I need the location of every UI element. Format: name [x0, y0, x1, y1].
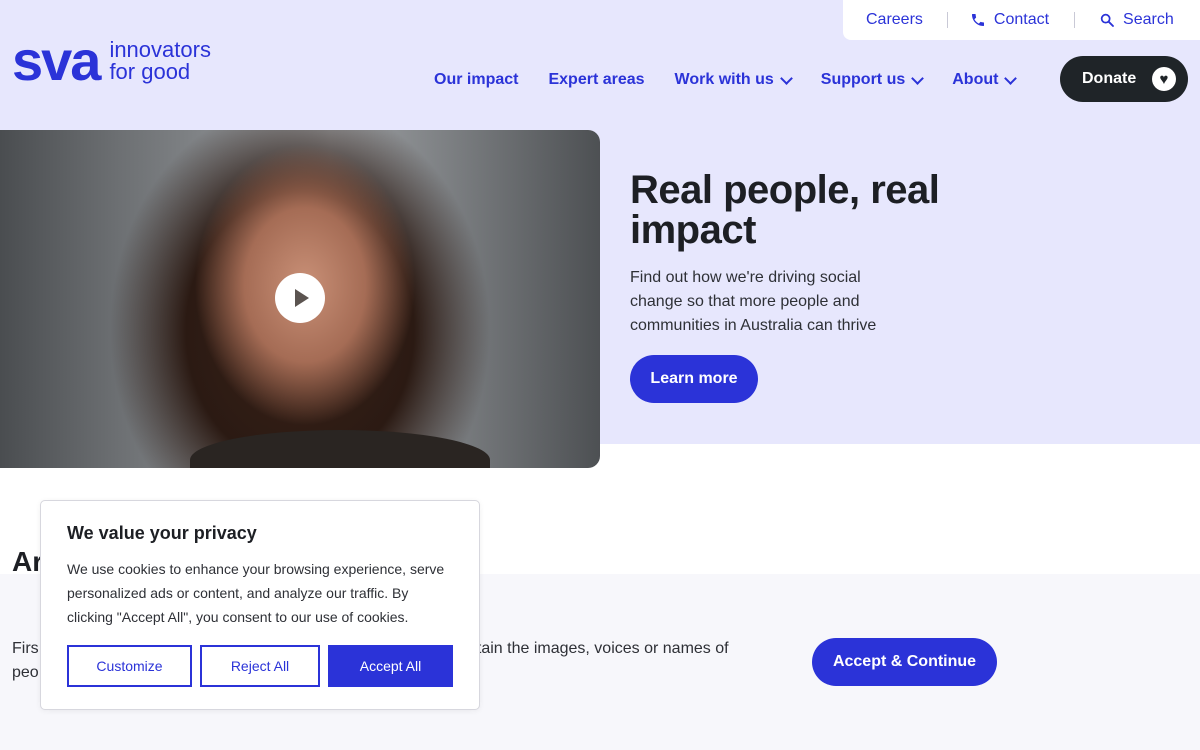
section-heading: Ar: [12, 546, 44, 577]
utility-divider: [1074, 12, 1076, 28]
logo-mark: sva: [12, 29, 101, 92]
chevron-down-icon: [1004, 71, 1018, 85]
logo-tagline-line-1: innovators: [109, 37, 211, 62]
cookie-description: We use cookies to enhance your browsing …: [67, 561, 445, 625]
careers-link[interactable]: Careers: [866, 11, 923, 29]
logo-tagline: innovators for good: [109, 39, 211, 83]
notice-line-1-end: ntain the images, voices or names of: [468, 640, 729, 657]
utility-divider: [946, 12, 948, 28]
nav-item-expert-areas[interactable]: Expert areas: [548, 68, 644, 92]
notice-line-2-start: peo: [12, 664, 39, 681]
careers-label: Careers: [866, 11, 923, 28]
reject-all-button[interactable]: Reject All: [200, 645, 320, 687]
hero-title: Real people, real impact: [630, 168, 940, 252]
contact-label: Contact: [993, 11, 1050, 28]
play-icon: [295, 289, 309, 307]
accept-continue-button[interactable]: Accept & Continue: [812, 638, 997, 686]
nav-label: Expert areas: [548, 71, 645, 88]
chevron-down-icon: [911, 71, 925, 85]
nav-item-support-us[interactable]: Support us: [820, 68, 925, 92]
search-icon: [1100, 13, 1114, 27]
play-button[interactable]: [275, 273, 325, 323]
donate-label: Donate: [1082, 70, 1137, 87]
hero-subtitle: Find out how we're driving social change…: [630, 269, 877, 334]
site-logo[interactable]: sva innovators for good: [12, 29, 211, 92]
accept-all-button[interactable]: Accept All: [328, 645, 453, 687]
chevron-down-icon: [779, 71, 793, 85]
nav-label: Work with us: [674, 71, 774, 88]
main-nav: Our impact Expert areas Work with us Sup…: [434, 68, 1018, 92]
learn-more-button[interactable]: Learn more: [630, 355, 758, 403]
contact-link[interactable]: Contact: [970, 11, 1049, 29]
nav-label: About: [952, 71, 999, 88]
utility-bar: Careers Contact Search: [843, 0, 1200, 40]
hero-video[interactable]: [0, 130, 600, 468]
nav-item-about[interactable]: About: [952, 68, 1018, 92]
notice-line-1-start: Firs: [12, 640, 39, 657]
search-link[interactable]: Search: [1099, 11, 1174, 29]
phone-icon: [971, 14, 984, 26]
cookie-title: We value your privacy: [67, 523, 257, 543]
logo-tagline-line-2: for good: [109, 59, 191, 84]
nav-item-work-with-us[interactable]: Work with us: [674, 68, 793, 92]
nav-label: Our impact: [434, 71, 519, 88]
video-thumbnail-detail: [190, 430, 490, 468]
heart-icon: ♥: [1152, 67, 1176, 91]
search-label: Search: [1123, 11, 1174, 28]
customize-button[interactable]: Customize: [67, 645, 192, 687]
nav-item-our-impact[interactable]: Our impact: [434, 68, 518, 92]
nav-label: Support us: [820, 71, 906, 88]
cookie-consent-dialog: We value your privacy We use cookies to …: [40, 500, 480, 710]
donate-button[interactable]: Donate ♥: [1060, 56, 1188, 102]
